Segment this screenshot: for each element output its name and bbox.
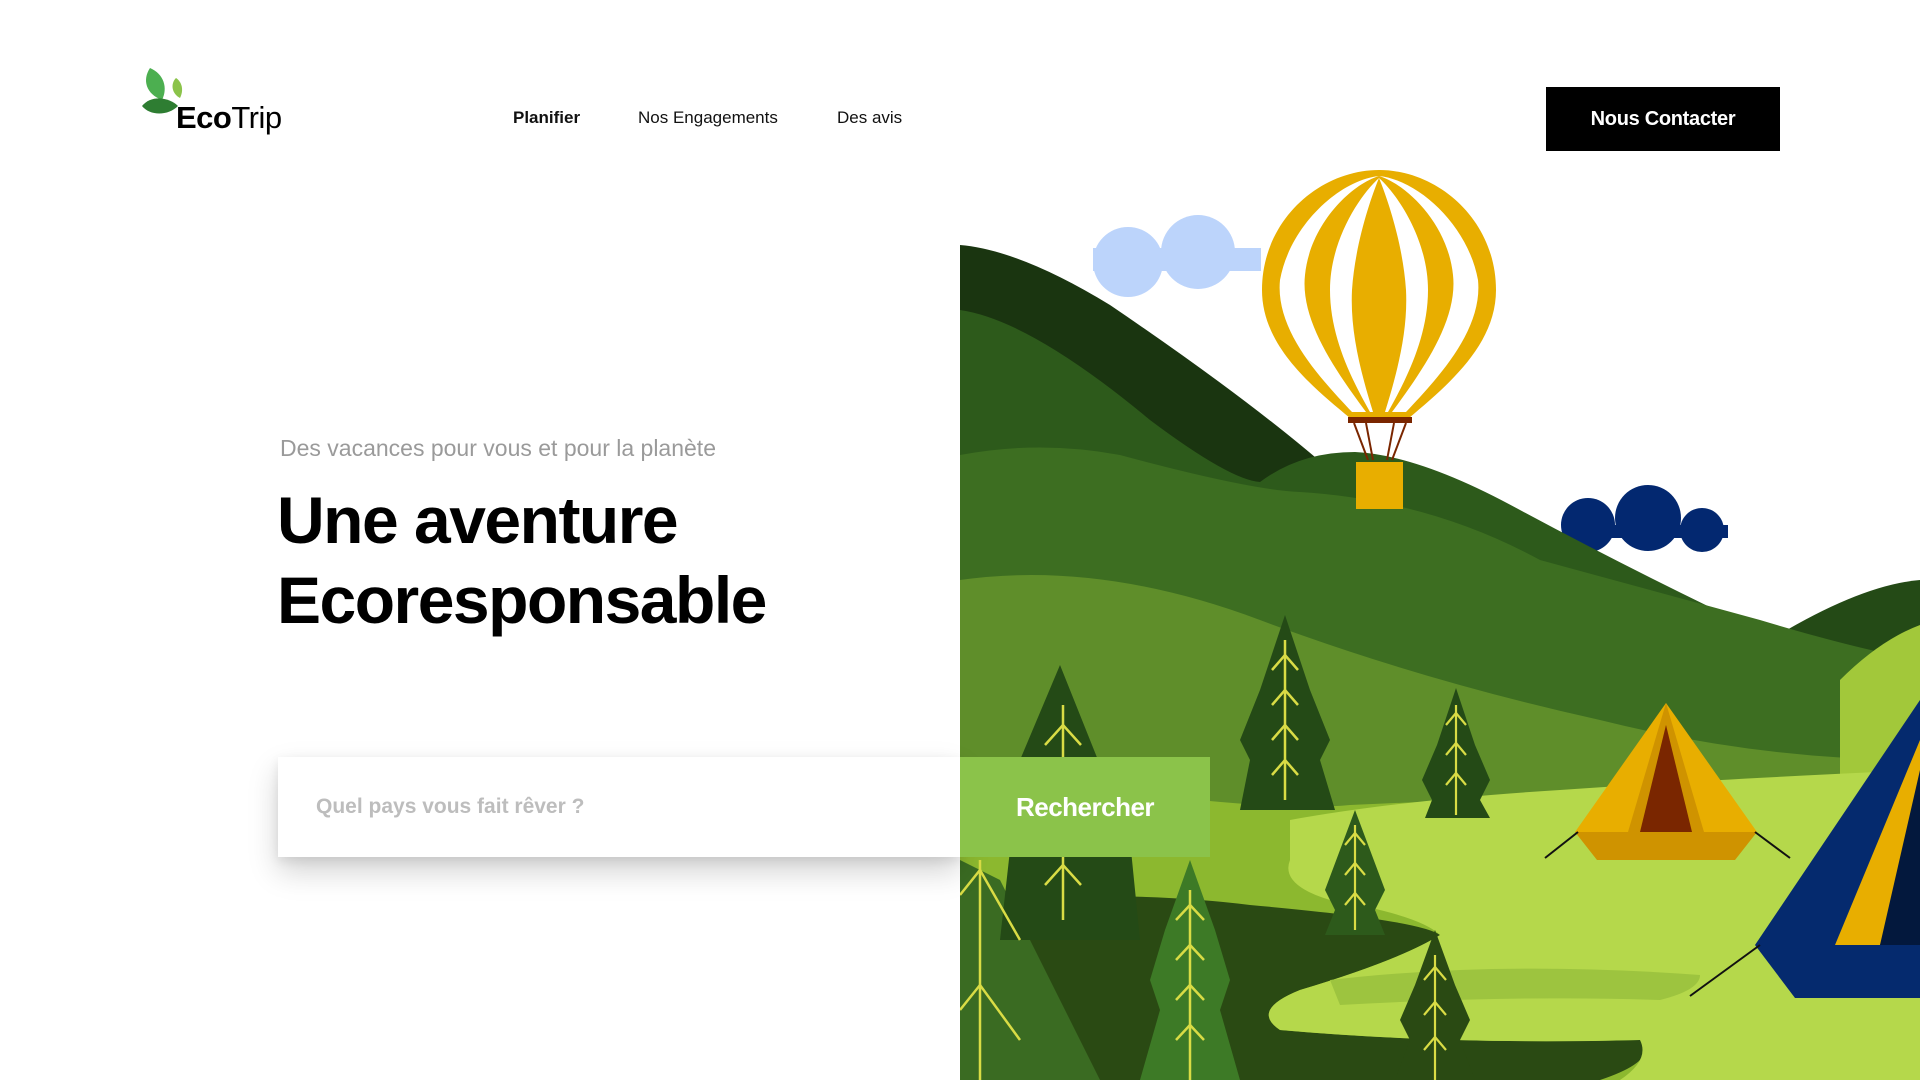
search-button[interactable]: Rechercher xyxy=(960,757,1210,857)
brand-name-regular: Trip xyxy=(231,100,282,135)
brand-logo[interactable]: EcoTrip xyxy=(138,66,288,140)
hero-title-line1: Une aventure xyxy=(277,483,679,557)
search-input[interactable] xyxy=(278,757,960,857)
cloud-left xyxy=(1092,215,1262,297)
nav-item-avis[interactable]: Des avis xyxy=(837,108,902,128)
hot-air-balloon xyxy=(1262,170,1496,509)
tree-front-right xyxy=(1395,930,1475,1080)
tent-yellow xyxy=(1544,703,1791,860)
nav-item-engagements[interactable]: Nos Engagements xyxy=(638,108,778,128)
hill-dark-right xyxy=(1770,580,1920,800)
brand-name-bold: Eco xyxy=(176,100,232,135)
tree-left-large xyxy=(960,665,1140,1080)
tent-blue xyxy=(1689,700,1920,998)
hero-subtitle: Des vacances pour vous et pour la planèt… xyxy=(280,435,716,461)
hill-darkest xyxy=(960,245,1330,700)
cloud-right xyxy=(1561,485,1728,552)
hill-right-lime xyxy=(1840,625,1920,800)
meadow-lime xyxy=(1268,770,1920,1080)
hero-title: Une aventure Ecoresponsable xyxy=(277,480,767,640)
meadow-path xyxy=(1330,968,1700,1005)
tree-mid-meadow xyxy=(1325,810,1385,935)
river-dark xyxy=(960,896,1645,1080)
brand-name: EcoTrip xyxy=(176,102,282,133)
search-bar xyxy=(278,757,960,857)
hill-mid xyxy=(960,310,1920,1080)
tree-tall-center xyxy=(1240,615,1335,810)
nav-item-planifier[interactable]: Planifier xyxy=(513,108,580,128)
hero-title-line2: Ecoresponsable xyxy=(277,563,767,637)
tree-small-right xyxy=(1422,688,1490,818)
tree-front-center xyxy=(1140,860,1240,1080)
contact-button[interactable]: Nous Contacter xyxy=(1546,87,1780,151)
